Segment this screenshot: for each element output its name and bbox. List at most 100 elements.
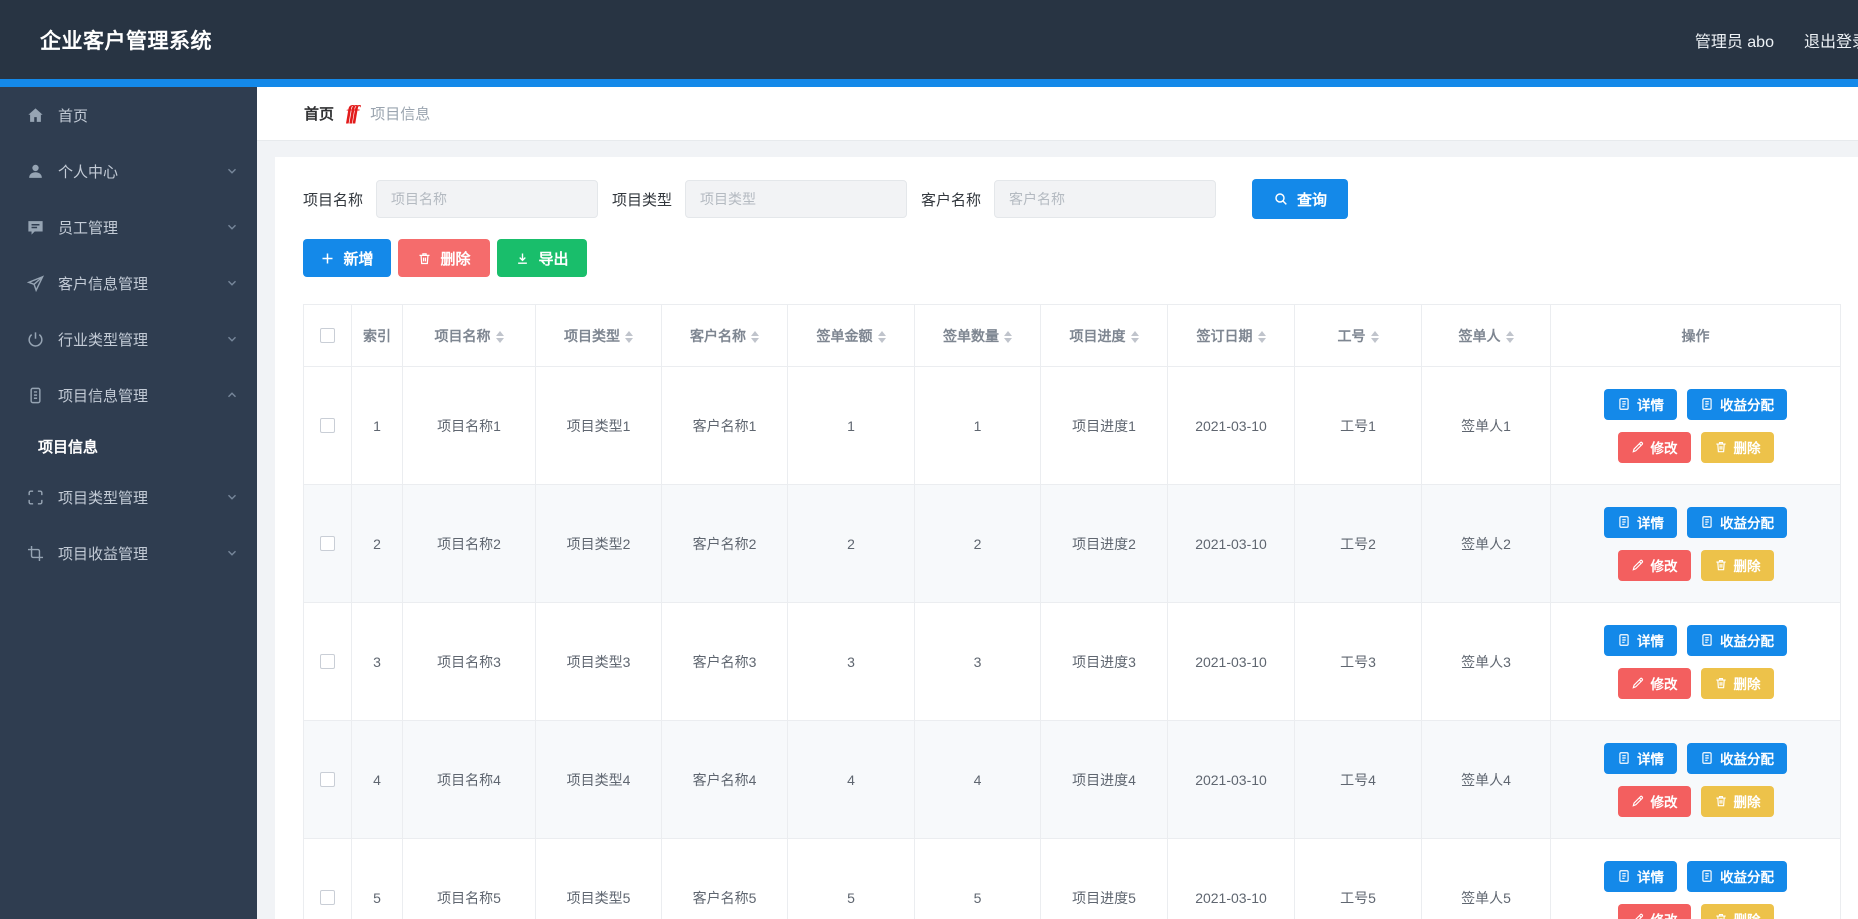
plus-icon (320, 251, 335, 266)
edit-icon (1631, 676, 1645, 690)
detail-button[interactable]: 详情 (1604, 743, 1677, 774)
sort-caret-icon[interactable] (1004, 331, 1012, 343)
download-icon (515, 251, 530, 266)
edit-button[interactable]: 修改 (1618, 786, 1691, 817)
column-header-worker-id[interactable]: 工号 (1295, 305, 1422, 367)
detail-button[interactable]: 详情 (1604, 625, 1677, 656)
sidebar-item-label: 项目收益管理 (58, 543, 225, 564)
scan-icon (26, 488, 45, 507)
cell-project-name: 项目名称2 (403, 485, 536, 603)
sidebar-item-label: 项目类型管理 (58, 487, 225, 508)
sidebar: 首页 个人中心 员工管理 (0, 87, 257, 919)
column-header-sign-quantity[interactable]: 签单数量 (915, 305, 1041, 367)
income-distribution-button[interactable]: 收益分配 (1687, 389, 1787, 420)
sidebar-item-label: 员工管理 (58, 217, 225, 238)
row-checkbox[interactable] (320, 536, 335, 551)
cell-signer: 签单人5 (1422, 839, 1551, 919)
column-header-project-name[interactable]: 项目名称 (403, 305, 536, 367)
cell-project-type: 项目类型4 (536, 721, 662, 839)
row-delete-button[interactable]: 删除 (1701, 786, 1774, 817)
sidebar-item-personal-center[interactable]: 个人中心 (0, 143, 257, 199)
row-delete-button[interactable]: 删除 (1701, 904, 1774, 919)
detail-button[interactable]: 详情 (1604, 861, 1677, 892)
edit-button[interactable]: 修改 (1618, 550, 1691, 581)
sort-caret-icon[interactable] (1371, 331, 1379, 343)
table-header-row: 索引 项目名称 项目类型 客户名称 签单金额 签单数量 项目进度 签订日期 工号… (304, 305, 1841, 367)
income-distribution-button[interactable]: 收益分配 (1687, 625, 1787, 656)
detail-button[interactable]: 详情 (1604, 389, 1677, 420)
column-header-sign-amount[interactable]: 签单金额 (788, 305, 915, 367)
accent-strip (0, 79, 1858, 87)
customer-name-input[interactable] (994, 180, 1216, 218)
row-checkbox[interactable] (320, 772, 335, 787)
row-delete-button[interactable]: 删除 (1701, 668, 1774, 699)
row-delete-button[interactable]: 删除 (1701, 550, 1774, 581)
edit-button[interactable]: 修改 (1618, 432, 1691, 463)
add-button[interactable]: 新增 (303, 239, 391, 277)
row-checkbox[interactable] (320, 654, 335, 669)
sidebar-item-employee-management[interactable]: 员工管理 (0, 199, 257, 255)
export-button[interactable]: 导出 (497, 239, 587, 277)
project-type-input[interactable] (685, 180, 907, 218)
project-name-input[interactable] (376, 180, 598, 218)
column-header-sign-date[interactable]: 签订日期 (1168, 305, 1295, 367)
sort-caret-icon[interactable] (1131, 331, 1139, 343)
column-header-customer-name[interactable]: 客户名称 (662, 305, 788, 367)
cell-sign-amount: 2 (788, 485, 915, 603)
trash-icon (1714, 440, 1728, 454)
sort-caret-icon[interactable] (1506, 331, 1514, 343)
sidebar-item-project-type-management[interactable]: 项目类型管理 (0, 469, 257, 525)
sidebar-item-industry-type-management[interactable]: 行业类型管理 (0, 311, 257, 367)
sidebar-subitem-project-info[interactable]: 项目信息 (0, 423, 257, 469)
cell-project-progress: 项目进度4 (1041, 721, 1168, 839)
income-distribution-button[interactable]: 收益分配 (1687, 743, 1787, 774)
income-distribution-button[interactable]: 收益分配 (1687, 507, 1787, 538)
row-checkbox[interactable] (320, 418, 335, 433)
income-distribution-button[interactable]: 收益分配 (1687, 861, 1787, 892)
column-header-project-type[interactable]: 项目类型 (536, 305, 662, 367)
search-icon (1273, 191, 1289, 207)
chat-icon (26, 218, 45, 237)
cell-index: 5 (352, 839, 403, 919)
sort-caret-icon[interactable] (878, 331, 886, 343)
edit-button[interactable]: 修改 (1618, 668, 1691, 699)
sidebar-item-label: 客户信息管理 (58, 273, 225, 294)
column-header-project-progress[interactable]: 项目进度 (1041, 305, 1168, 367)
sidebar-subitem-label: 项目信息 (38, 436, 98, 457)
row-select-cell (304, 485, 352, 603)
home-icon (26, 106, 45, 125)
document-icon (1617, 515, 1631, 529)
sort-caret-icon[interactable] (625, 331, 633, 343)
cell-sign-quantity: 1 (915, 367, 1041, 485)
cell-sign-amount: 1 (788, 367, 915, 485)
row-checkbox[interactable] (320, 890, 335, 905)
cell-sign-date: 2021-03-10 (1168, 367, 1295, 485)
detail-button[interactable]: 详情 (1604, 507, 1677, 538)
row-delete-button[interactable]: 删除 (1701, 432, 1774, 463)
trash-icon (1714, 912, 1728, 919)
sort-caret-icon[interactable] (1258, 331, 1266, 343)
cell-project-progress: 项目进度1 (1041, 367, 1168, 485)
cell-customer-name: 客户名称3 (662, 603, 788, 721)
cell-project-progress: 项目进度2 (1041, 485, 1168, 603)
sidebar-item-customer-info-management[interactable]: 客户信息管理 (0, 255, 257, 311)
cell-project-type: 项目类型3 (536, 603, 662, 721)
admin-label[interactable]: 管理员 abo (1695, 28, 1774, 52)
edit-icon (1631, 794, 1645, 808)
select-all-checkbox[interactable] (320, 328, 335, 343)
table-row: 2 项目名称2 项目类型2 客户名称2 2 2 项目进度2 2021-03-10… (304, 485, 1841, 603)
edit-button[interactable]: 修改 (1618, 904, 1691, 919)
sort-caret-icon[interactable] (751, 331, 759, 343)
breadcrumb-home[interactable]: 首页 (304, 103, 334, 124)
column-header-signer[interactable]: 签单人 (1422, 305, 1551, 367)
sidebar-item-home[interactable]: 首页 (0, 87, 257, 143)
logout-link[interactable]: 退出登录 (1804, 28, 1858, 52)
sort-caret-icon[interactable] (496, 331, 504, 343)
delete-button[interactable]: 删除 (398, 239, 490, 277)
sidebar-item-project-info-management[interactable]: 项目信息管理 (0, 367, 257, 423)
sidebar-item-label: 项目信息管理 (58, 385, 225, 406)
chevron-down-icon (225, 546, 239, 560)
cell-index: 4 (352, 721, 403, 839)
sidebar-item-project-income-management[interactable]: 项目收益管理 (0, 525, 257, 581)
search-button[interactable]: 查询 (1252, 179, 1348, 219)
